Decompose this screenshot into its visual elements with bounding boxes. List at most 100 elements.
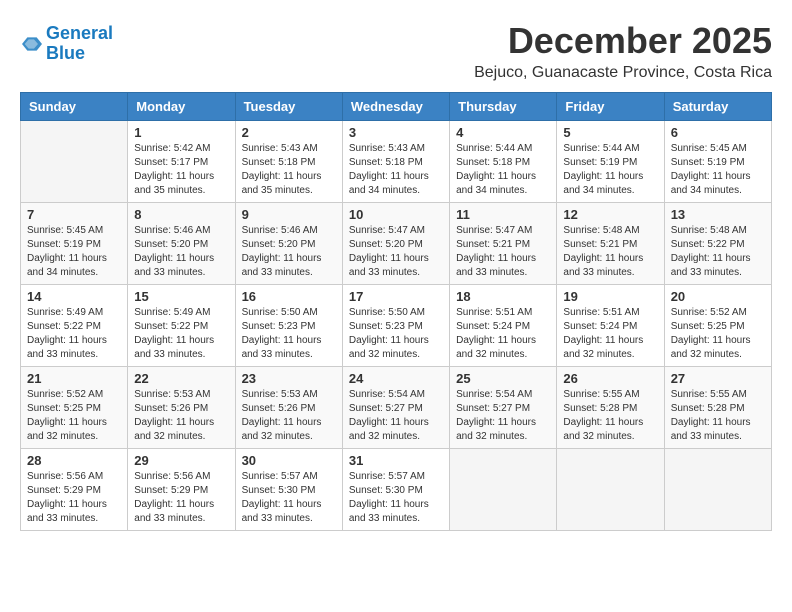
subtitle: Bejuco, Guanacaste Province, Costa Rica (474, 64, 772, 82)
calendar-cell: 7Sunrise: 5:45 AMSunset: 5:19 PMDaylight… (21, 203, 128, 285)
day-number: 25 (456, 371, 550, 386)
day-info: Sunrise: 5:50 AMSunset: 5:23 PMDaylight:… (242, 306, 336, 362)
day-info: Sunrise: 5:49 AMSunset: 5:22 PMDaylight:… (27, 306, 121, 362)
calendar-cell: 8 Sunrise: 5:46 AMSunset: 5:20 PMDaylight… (128, 203, 235, 285)
day-info: Sunrise: 5:56 AMSunset: 5:29 PMDaylight:… (27, 470, 121, 526)
day-number: 27 (671, 371, 765, 386)
day-number: 30 (242, 453, 336, 468)
day-number: 29 (134, 453, 228, 468)
header: General Blue December 2025 Bejuco, Guana… (20, 20, 772, 82)
day-number: 7 (27, 207, 121, 222)
day-info: Sunrise: 5:52 AMSunset: 5:25 PMDaylight:… (671, 306, 765, 362)
day-number: 15 (134, 289, 228, 304)
calendar-cell: 23 Sunrise: 5:53 AMSunset: 5:26 PMDayligh… (235, 367, 342, 449)
day-info: Sunrise: 5:54 AMSunset: 5:27 PMDaylight:… (456, 388, 550, 444)
day-info: Sunrise: 5:50 AMSunset: 5:23 PMDaylight:… (349, 306, 443, 362)
day-number: 13 (671, 207, 765, 222)
calendar-cell: 12 Sunrise: 5:48 AMSunset: 5:21 PMDayligh… (557, 203, 664, 285)
calendar-header-row: Sunday Monday Tuesday Wednesday Thursday… (21, 93, 772, 121)
logo-text: General (46, 24, 113, 44)
calendar-cell: 31 Sunrise: 5:57 AMSunset: 5:30 PMDayligh… (342, 449, 449, 531)
calendar-cell: 29 Sunrise: 5:56 AMSunset: 5:29 PMDayligh… (128, 449, 235, 531)
calendar-week-1: 1Sunrise: 5:42 AMSunset: 5:17 PMDaylight… (21, 121, 772, 203)
day-number: 2 (242, 125, 336, 140)
main-title: December 2025 (474, 20, 772, 62)
calendar-cell: 19Sunrise: 5:51 AMSunset: 5:24 PMDayligh… (557, 285, 664, 367)
col-saturday: Saturday (664, 93, 771, 121)
calendar-cell: 9Sunrise: 5:46 AMSunset: 5:20 PMDaylight… (235, 203, 342, 285)
col-thursday: Thursday (450, 93, 557, 121)
day-info: Sunrise: 5:51 AMSunset: 5:24 PMDaylight:… (456, 306, 550, 362)
calendar-cell (557, 449, 664, 531)
day-info: Sunrise: 5:55 AMSunset: 5:28 PMDaylight:… (563, 388, 657, 444)
day-info: Sunrise: 5:43 AMSunset: 5:18 PMDaylight:… (242, 142, 336, 198)
day-number: 20 (671, 289, 765, 304)
col-sunday: Sunday (21, 93, 128, 121)
day-info: Sunrise: 5:56 AMSunset: 5:29 PMDaylight:… (134, 470, 228, 526)
day-number: 23 (242, 371, 336, 386)
calendar-week-4: 21 Sunrise: 5:52 AMSunset: 5:25 PMDayligh… (21, 367, 772, 449)
day-info: Sunrise: 5:53 AMSunset: 5:26 PMDaylight:… (242, 388, 336, 444)
day-number: 14 (27, 289, 121, 304)
col-wednesday: Wednesday (342, 93, 449, 121)
day-number: 3 (349, 125, 443, 140)
col-monday: Monday (128, 93, 235, 121)
calendar-cell: 17 Sunrise: 5:50 AMSunset: 5:23 PMDayligh… (342, 285, 449, 367)
day-info: Sunrise: 5:48 AMSunset: 5:21 PMDaylight:… (563, 224, 657, 280)
calendar-cell: 24Sunrise: 5:54 AMSunset: 5:27 PMDayligh… (342, 367, 449, 449)
calendar-cell: 10Sunrise: 5:47 AMSunset: 5:20 PMDayligh… (342, 203, 449, 285)
day-info: Sunrise: 5:52 AMSunset: 5:25 PMDaylight:… (27, 388, 121, 444)
day-info: Sunrise: 5:45 AMSunset: 5:19 PMDaylight:… (671, 142, 765, 198)
day-info: Sunrise: 5:54 AMSunset: 5:27 PMDaylight:… (349, 388, 443, 444)
day-number: 5 (563, 125, 657, 140)
day-number: 1 (134, 125, 228, 140)
calendar-cell: 5Sunrise: 5:44 AMSunset: 5:19 PMDaylight… (557, 121, 664, 203)
calendar-cell: 1Sunrise: 5:42 AMSunset: 5:17 PMDaylight… (128, 121, 235, 203)
calendar-cell: 2 Sunrise: 5:43 AMSunset: 5:18 PMDaylight… (235, 121, 342, 203)
day-number: 22 (134, 371, 228, 386)
day-info: Sunrise: 5:57 AMSunset: 5:30 PMDaylight:… (242, 470, 336, 526)
day-number: 16 (242, 289, 336, 304)
day-number: 18 (456, 289, 550, 304)
col-tuesday: Tuesday (235, 93, 342, 121)
calendar-week-3: 14 Sunrise: 5:49 AMSunset: 5:22 PMDayligh… (21, 285, 772, 367)
calendar-cell: 30 Sunrise: 5:57 AMSunset: 5:30 PMDayligh… (235, 449, 342, 531)
calendar-cell: 11 Sunrise: 5:47 AMSunset: 5:21 PMDayligh… (450, 203, 557, 285)
day-number: 11 (456, 207, 550, 222)
day-number: 17 (349, 289, 443, 304)
day-info: Sunrise: 5:44 AMSunset: 5:18 PMDaylight:… (456, 142, 550, 198)
logo-text-blue: Blue (46, 44, 113, 64)
day-info: Sunrise: 5:57 AMSunset: 5:30 PMDaylight:… (349, 470, 443, 526)
day-number: 26 (563, 371, 657, 386)
day-info: Sunrise: 5:47 AMSunset: 5:21 PMDaylight:… (456, 224, 550, 280)
day-info: Sunrise: 5:55 AMSunset: 5:28 PMDaylight:… (671, 388, 765, 444)
col-friday: Friday (557, 93, 664, 121)
day-number: 8 (134, 207, 228, 222)
page-container: General Blue December 2025 Bejuco, Guana… (20, 20, 772, 531)
day-info: Sunrise: 5:46 AMSunset: 5:20 PMDaylight:… (134, 224, 228, 280)
day-number: 31 (349, 453, 443, 468)
calendar-cell: 16 Sunrise: 5:50 AMSunset: 5:23 PMDayligh… (235, 285, 342, 367)
calendar-cell: 18 Sunrise: 5:51 AMSunset: 5:24 PMDayligh… (450, 285, 557, 367)
day-number: 19 (563, 289, 657, 304)
calendar-cell: 13 Sunrise: 5:48 AMSunset: 5:22 PMDayligh… (664, 203, 771, 285)
logo-icon (22, 34, 42, 54)
calendar-cell (450, 449, 557, 531)
calendar-cell: 28Sunrise: 5:56 AMSunset: 5:29 PMDayligh… (21, 449, 128, 531)
day-info: Sunrise: 5:48 AMSunset: 5:22 PMDaylight:… (671, 224, 765, 280)
calendar-cell: 4Sunrise: 5:44 AMSunset: 5:18 PMDaylight… (450, 121, 557, 203)
calendar-cell: 26 Sunrise: 5:55 AMSunset: 5:28 PMDayligh… (557, 367, 664, 449)
day-number: 6 (671, 125, 765, 140)
day-number: 21 (27, 371, 121, 386)
calendar-week-2: 7Sunrise: 5:45 AMSunset: 5:19 PMDaylight… (21, 203, 772, 285)
calendar-cell (664, 449, 771, 531)
calendar-cell: 27 Sunrise: 5:55 AMSunset: 5:28 PMDayligh… (664, 367, 771, 449)
calendar-cell: 3 Sunrise: 5:43 AMSunset: 5:18 PMDaylight… (342, 121, 449, 203)
title-block: December 2025 Bejuco, Guanacaste Provinc… (474, 20, 772, 82)
calendar-cell: 21 Sunrise: 5:52 AMSunset: 5:25 PMDayligh… (21, 367, 128, 449)
day-info: Sunrise: 5:49 AMSunset: 5:22 PMDaylight:… (134, 306, 228, 362)
day-number: 12 (563, 207, 657, 222)
day-info: Sunrise: 5:43 AMSunset: 5:18 PMDaylight:… (349, 142, 443, 198)
calendar-cell: 25 Sunrise: 5:54 AMSunset: 5:27 PMDayligh… (450, 367, 557, 449)
logo: General Blue (20, 24, 113, 64)
